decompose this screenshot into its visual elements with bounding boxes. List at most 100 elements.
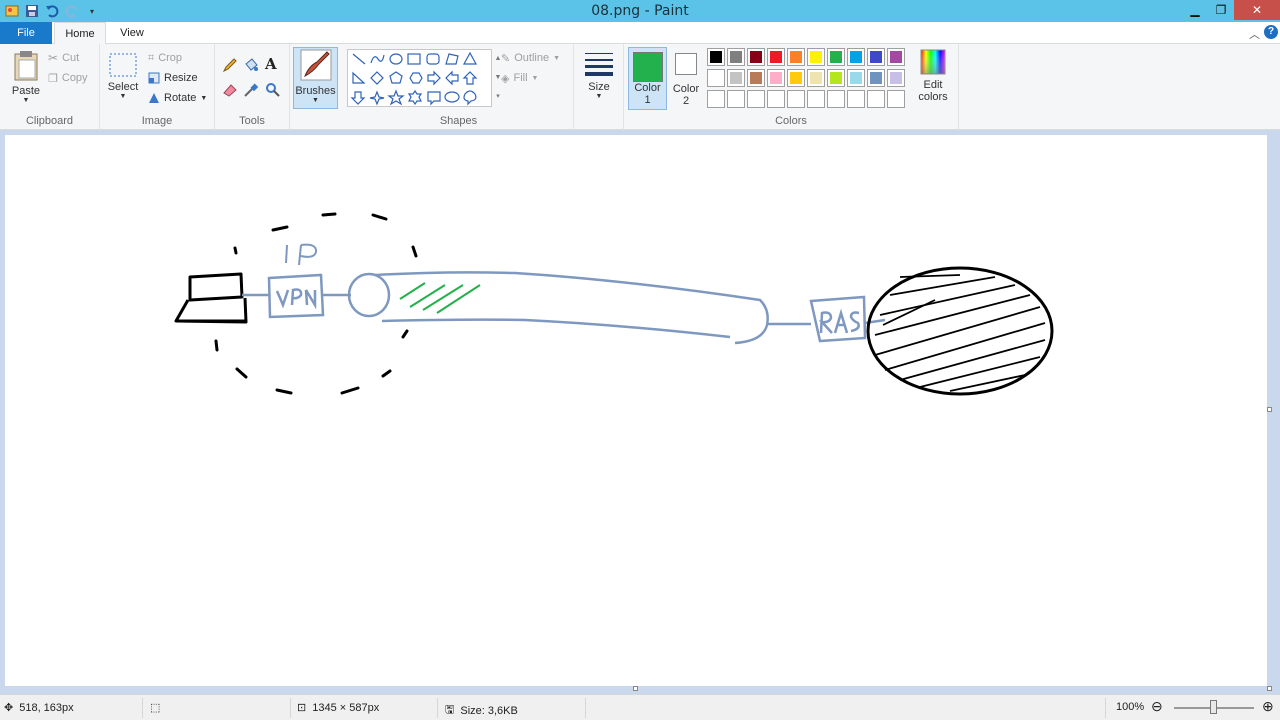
size-button[interactable]: Size ▼ — [579, 50, 619, 100]
shapes-group: ▲ ▼ ▾ ✎ Outline ▼ ◈ Fill ▼ Shapes — [344, 44, 574, 130]
palette-swatch[interactable] — [827, 48, 845, 66]
palette-swatch[interactable] — [787, 48, 805, 66]
magnifier-icon[interactable] — [265, 82, 281, 101]
palette-swatch-empty[interactable] — [827, 90, 845, 108]
restore-button[interactable]: ❐ — [1208, 0, 1234, 20]
outline-icon: ✎ — [501, 52, 511, 65]
scissors-icon: ✂ — [48, 51, 59, 65]
resize-handle-bottom[interactable] — [633, 686, 638, 691]
edit-colors-button[interactable]: Edit colors — [913, 48, 953, 103]
palette-swatch[interactable] — [727, 48, 745, 66]
palette-swatch[interactable] — [887, 69, 905, 87]
color-picker-icon[interactable] — [243, 82, 259, 101]
palette-swatch-empty[interactable] — [867, 90, 885, 108]
palette-swatch-empty[interactable] — [787, 90, 805, 108]
clipboard-group-label: Clipboard — [25, 115, 74, 127]
tools-group: A Tools — [215, 44, 290, 130]
cursor-position: ✥ 518, 163px — [4, 701, 74, 715]
line-width-icon — [585, 53, 613, 76]
color2-button[interactable]: Color 2 — [670, 49, 702, 107]
resize-handle-right[interactable] — [1267, 407, 1272, 412]
help-icon[interactable]: ? — [1264, 25, 1278, 39]
palette-swatch[interactable] — [787, 69, 805, 87]
brushes-label: Brushes — [295, 85, 336, 97]
minimize-ribbon-icon[interactable]: ︿ — [1249, 26, 1260, 42]
select-label: Select — [107, 81, 139, 93]
clipboard-group: Paste ▼ ✂ Cut ❐ Copy Clipboard — [0, 44, 100, 130]
edit-colors-label-1: Edit — [923, 79, 943, 91]
drawing-canvas[interactable] — [5, 135, 1267, 686]
zoom-in-icon[interactable]: ⊕ — [1262, 698, 1274, 715]
size-dropdown-icon: ▼ — [595, 93, 603, 100]
crop-icon: ⌗ — [148, 51, 155, 64]
palette-swatch[interactable] — [867, 48, 885, 66]
palette-swatch[interactable] — [707, 48, 725, 66]
ribbon: Paste ▼ ✂ Cut ❐ Copy Clipboard Select ▼ ⌗ C… — [0, 44, 1280, 130]
cursor-position-value: 518, 163px — [19, 701, 74, 714]
fill-dropdown-icon: ▼ — [531, 74, 539, 82]
ribbon-tabs: File Home View ︿ ? — [0, 22, 1280, 45]
palette-swatch[interactable] — [767, 69, 785, 87]
tunnel-hatching — [399, 282, 481, 314]
fill-bucket-icon[interactable] — [243, 57, 259, 76]
rotate-label: Rotate — [164, 92, 197, 104]
rotate-button[interactable]: Rotate ▼ — [148, 89, 207, 107]
size-label: Size — [588, 81, 610, 93]
resize-button[interactable]: Resize — [148, 69, 198, 87]
palette-swatch-empty[interactable] — [727, 90, 745, 108]
status-divider — [1105, 698, 1106, 718]
palette-swatch[interactable] — [747, 69, 765, 87]
computer-drawing — [174, 272, 248, 324]
palette-swatch[interactable] — [887, 48, 905, 66]
minimize-button[interactable]: ▁ — [1182, 0, 1208, 20]
image-dimensions: ⊡ 1345 × 587px — [297, 701, 379, 715]
palette-swatch-empty[interactable] — [767, 90, 785, 108]
palette-swatch-empty[interactable] — [707, 90, 725, 108]
fill-button[interactable]: ◈ Fill ▼ — [501, 69, 538, 87]
resize-handle-corner[interactable] — [1267, 686, 1272, 691]
palette-swatch[interactable] — [727, 69, 745, 87]
crop-button[interactable]: ⌗ Crop — [148, 49, 182, 67]
palette-swatch[interactable] — [827, 69, 845, 87]
cut-button[interactable]: ✂ Cut — [48, 49, 79, 67]
palette-swatch[interactable] — [847, 48, 865, 66]
palette-swatch[interactable] — [707, 69, 725, 87]
palette-swatch[interactable] — [807, 69, 825, 87]
status-divider — [142, 698, 143, 718]
palette-swatch[interactable] — [847, 69, 865, 87]
brushes-button[interactable]: Brushes ▼ — [293, 47, 338, 109]
palette-swatch-empty[interactable] — [887, 90, 905, 108]
close-button[interactable]: ✕ — [1234, 0, 1280, 20]
color1-button[interactable]: Color 1 — [628, 47, 667, 110]
shapes-gallery-icons[interactable] — [348, 50, 493, 108]
selection-icon: ⬚ — [150, 702, 161, 714]
palette-swatch-empty[interactable] — [847, 90, 865, 108]
palette-swatch[interactable] — [867, 69, 885, 87]
paste-button[interactable]: Paste ▼ — [6, 50, 46, 104]
palette-swatch[interactable] — [747, 48, 765, 66]
outline-button[interactable]: ✎ Outline ▼ — [501, 49, 560, 67]
cut-label: Cut — [62, 52, 80, 64]
eraser-icon[interactable] — [222, 82, 238, 101]
paste-dropdown-icon: ▼ — [22, 97, 30, 104]
palette-swatch[interactable] — [767, 48, 785, 66]
copy-button[interactable]: ❐ Copy — [48, 69, 88, 87]
color1-label: Color — [634, 82, 661, 94]
select-dropdown-icon: ▼ — [119, 93, 127, 100]
palette-swatch-empty[interactable] — [747, 90, 765, 108]
drawing — [174, 212, 1054, 396]
select-button[interactable]: Select ▼ — [106, 52, 140, 100]
ras-box — [809, 295, 867, 343]
palette-swatch[interactable] — [807, 48, 825, 66]
palette-swatch-empty[interactable] — [807, 90, 825, 108]
tab-file[interactable]: File — [0, 22, 52, 44]
zoom-out-icon[interactable]: ⊖ — [1151, 698, 1163, 715]
zoom-slider-thumb[interactable] — [1210, 700, 1217, 714]
pencil-icon[interactable] — [222, 57, 238, 76]
ip-label-drawing — [285, 243, 318, 266]
tab-home[interactable]: Home — [54, 22, 106, 45]
workspace — [0, 131, 1280, 693]
network-ellipse — [866, 266, 1054, 396]
tab-view[interactable]: View — [108, 22, 156, 44]
text-tool-icon[interactable]: A — [265, 55, 277, 73]
